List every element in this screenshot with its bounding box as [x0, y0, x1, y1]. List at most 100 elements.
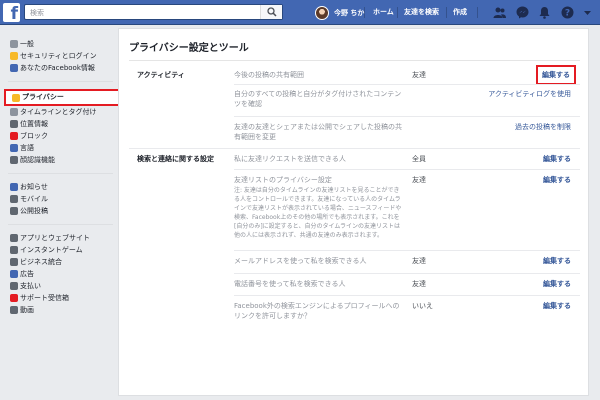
sidebar-divider [8, 74, 113, 82]
sidebar-item[interactable]: インスタントゲーム [8, 244, 120, 256]
face-icon [10, 156, 18, 164]
search-input[interactable]: 検索 [30, 8, 44, 18]
nav-divider [397, 7, 398, 18]
sidebar-item[interactable]: プライバシー [4, 89, 124, 106]
user-profile-link[interactable]: 今野 ちか [315, 0, 364, 25]
edit-future-posts-button[interactable]: 編集する [536, 65, 576, 85]
sidebar-item-label: 支払い [20, 282, 41, 290]
sidebar-item[interactable]: モバイル [8, 193, 120, 205]
search-button[interactable] [260, 5, 282, 19]
sidebar-item[interactable]: お知らせ [8, 181, 120, 193]
sidebar-item[interactable]: 位置情報 [8, 118, 120, 130]
sidebar-item[interactable]: 一般 [8, 38, 120, 50]
sidebar-item-label: 顔認識機能 [20, 156, 55, 164]
game-icon [10, 246, 18, 254]
edit-search-engine-button[interactable]: 編集する [543, 301, 571, 311]
mobile-icon [10, 195, 18, 203]
nav-home[interactable]: ホーム [373, 0, 394, 25]
friends-icon[interactable] [493, 6, 506, 19]
sidebar-item[interactable]: 動画 [8, 304, 120, 316]
avatar [315, 5, 329, 20]
limit-past-posts-link[interactable]: 過去の投稿を制限 [515, 122, 571, 132]
search-icon [267, 7, 277, 17]
ads-icon [10, 270, 18, 278]
setting-note: 注: 友達は自分のタイムラインの友達リストを見ることができる人をコントロールでき… [234, 187, 402, 239]
setting-value: 友達 [412, 257, 426, 265]
sidebar-item-label: 公開投稿 [20, 207, 48, 215]
setting-question: 今後の投稿の共有範囲 [234, 71, 304, 79]
nav-find-friends[interactable]: 友達を検索 [404, 0, 439, 25]
sidebar-item-label: 言語 [20, 144, 34, 152]
sidebar-item-label: サポート受信箱 [20, 294, 69, 302]
sidebar-divider [8, 217, 113, 225]
sidebar-item[interactable]: 顔認識機能 [8, 154, 120, 166]
sidebar-item-label: 動画 [20, 306, 34, 314]
sidebar-item[interactable]: 広告 [8, 268, 120, 280]
setting-question: 友達の友達とシェアまたは公開でシェアした投稿の共有範囲を変更 [234, 123, 402, 141]
lock-icon [12, 94, 20, 102]
sidebar-item[interactable]: 支払い [8, 280, 120, 292]
setting-question: 自分のすべての投稿と自分がタグ付けされたコンテンツを確認 [234, 90, 402, 108]
sidebar-item-label: モバイル [20, 195, 48, 203]
sidebar-item[interactable]: 公開投稿 [8, 205, 120, 217]
setting-question: 電話番号を使って私を検索できる人 [234, 280, 346, 288]
sidebar-item[interactable]: アプリとウェブサイト [8, 232, 120, 244]
user-name: 今野 ちか [334, 8, 365, 17]
sidebar-item[interactable]: ビジネス統合 [8, 256, 120, 268]
section-title-activity: アクティビティ [137, 71, 185, 79]
payment-icon [10, 282, 18, 290]
setting-question: メールアドレスを使って私を検索できる人 [234, 257, 367, 265]
settings-sidebar: 一般 セキュリティとログインあなたのFacebook情報 プライバシータイムラインと… [4, 38, 124, 316]
row-divider [234, 273, 580, 274]
section-title-search-contact: 検索と連絡に関する設定 [137, 155, 214, 163]
sidebar-item-label: 位置情報 [20, 120, 48, 128]
edit-phone-search-button[interactable]: 編集する [543, 279, 571, 289]
edit-friends-list-button[interactable]: 編集する [543, 175, 571, 185]
timeline-icon [10, 108, 18, 116]
setting-question: Facebook外の検索エンジンによるプロフィールへのリンクを許可しますか？ [234, 302, 400, 320]
block-icon [10, 132, 18, 140]
dropdown-arrow-icon[interactable] [583, 6, 592, 19]
sidebar-item-label: プライバシー [22, 93, 64, 101]
help-icon[interactable]: ? [561, 6, 574, 19]
setting-value: 友達 [412, 176, 426, 184]
sidebar-item[interactable]: タイムラインとタグ付け [8, 106, 120, 118]
nav-divider [446, 7, 447, 18]
sidebar-item[interactable]: サポート受信箱 [8, 292, 120, 304]
setting-value: 友達 [412, 71, 426, 79]
messenger-icon[interactable] [516, 6, 529, 19]
edit-friend-request-button[interactable]: 編集する [543, 154, 571, 164]
search-box[interactable]: 検索 [24, 4, 283, 20]
nav-divider [477, 7, 478, 18]
language-icon [10, 144, 18, 152]
sidebar-item[interactable]: セキュリティとログイン [8, 50, 120, 62]
nav-divider [364, 7, 365, 18]
setting-value: いいえ [412, 302, 433, 310]
sidebar-item[interactable]: ブロック [8, 130, 120, 142]
globe-icon [10, 183, 18, 191]
location-icon [10, 120, 18, 128]
facebook-icon [10, 64, 18, 72]
gear-icon [10, 40, 18, 48]
row-divider [234, 250, 580, 251]
apps-icon [10, 234, 18, 242]
sidebar-item-label: あなたのFacebook情報 [20, 64, 95, 72]
sidebar-item-label: ブロック [20, 132, 48, 140]
shield-icon [10, 52, 18, 60]
sidebar-item[interactable]: 言語 [8, 142, 120, 154]
use-activity-log-link[interactable]: アクティビティログを使用 [488, 89, 571, 99]
edit-email-search-button[interactable]: 編集する [543, 256, 571, 266]
sidebar-item-label: お知らせ [20, 183, 48, 191]
setting-question: 友達リストのプライバシー設定 [234, 176, 332, 184]
sidebar-item[interactable]: あなたのFacebook情報 [8, 62, 120, 74]
svg-text:?: ? [565, 9, 570, 19]
sidebar-item-label: 広告 [20, 270, 34, 278]
sidebar-item-label: インスタントゲーム [20, 246, 83, 254]
sidebar-divider [8, 166, 113, 174]
nav-create[interactable]: 作成 [453, 0, 467, 25]
section-divider [129, 148, 580, 149]
notifications-icon[interactable] [538, 6, 551, 19]
facebook-logo[interactable]: f [3, 3, 20, 22]
row-divider [234, 295, 580, 296]
setting-value: 全員 [412, 155, 426, 163]
